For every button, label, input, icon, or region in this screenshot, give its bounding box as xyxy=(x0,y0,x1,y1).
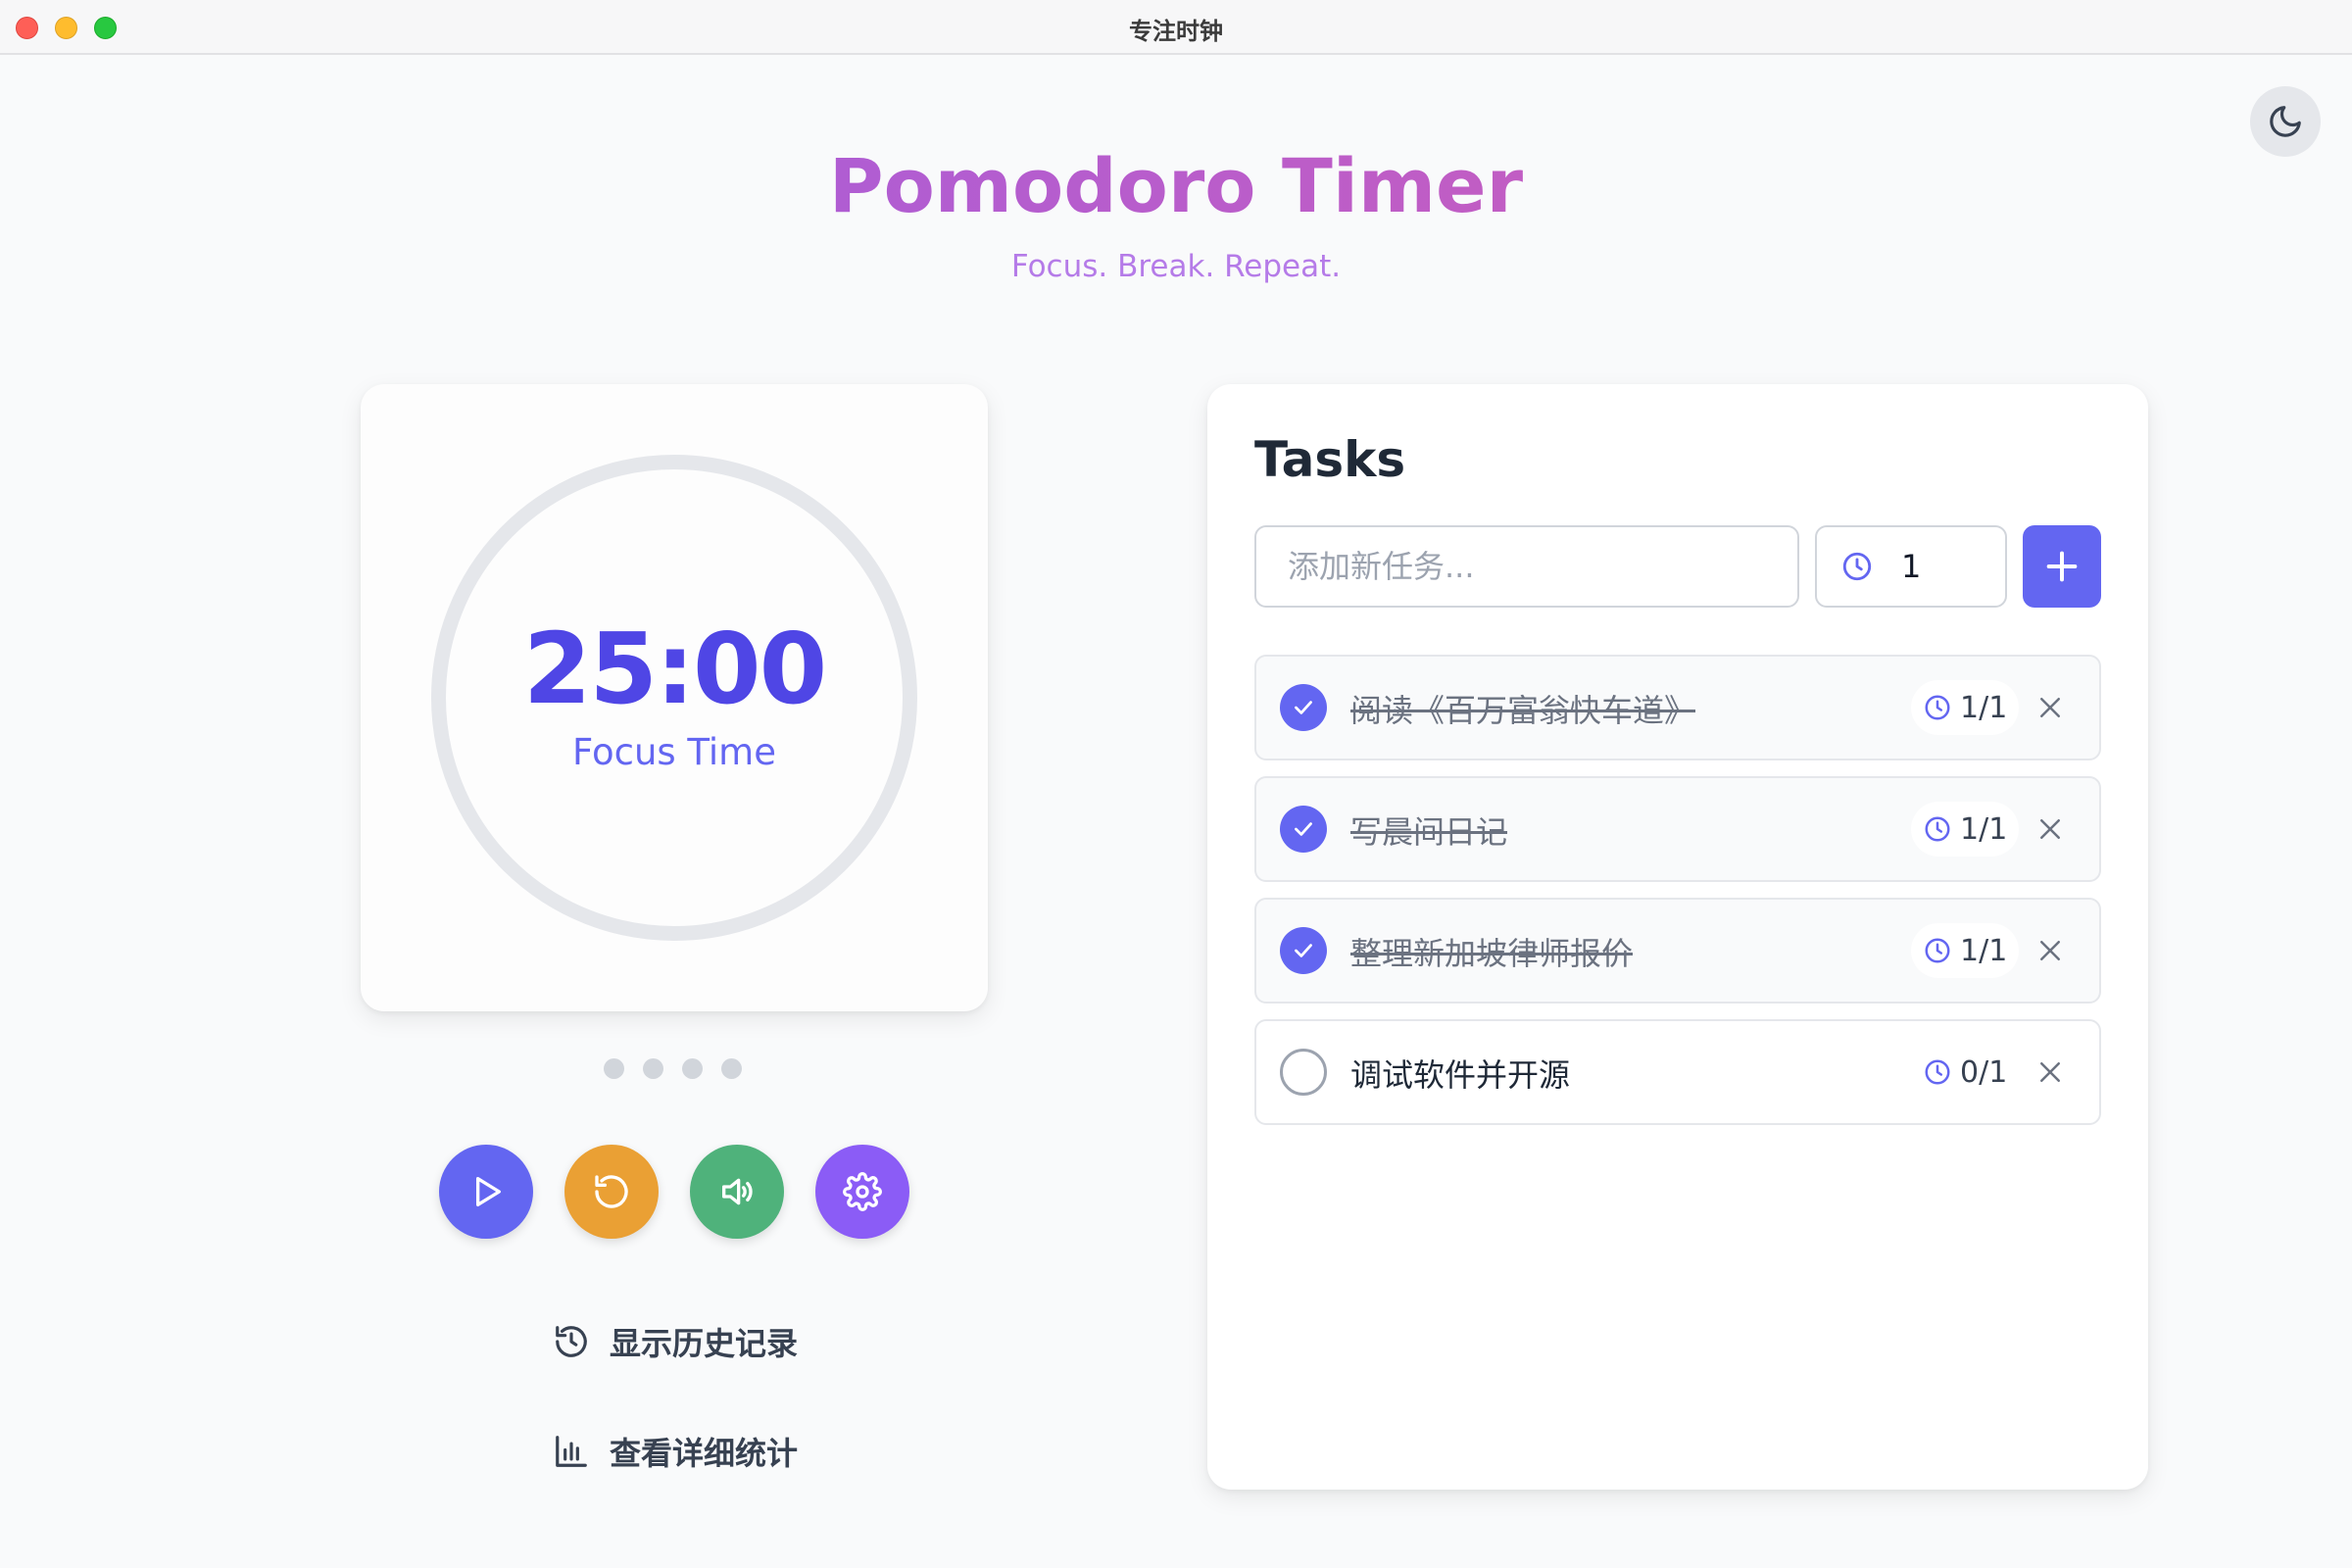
task-progress-text: 1/1 xyxy=(1960,933,2008,968)
timer-card: 25:00 Focus Time xyxy=(361,384,988,1011)
timer-controls xyxy=(439,1145,909,1239)
clock-icon xyxy=(1925,1059,1950,1085)
delete-task-button[interactable] xyxy=(2029,929,2072,972)
session-dot xyxy=(643,1058,663,1079)
task-text: 调试软件并开源 xyxy=(1350,1056,1571,1094)
show-history-label: 显示历史记录 xyxy=(610,1325,799,1362)
delete-task-button[interactable] xyxy=(2029,1051,2072,1094)
pomodoro-count-input[interactable]: 1 xyxy=(1815,525,2007,608)
session-dot xyxy=(604,1058,624,1079)
bar-chart-icon xyxy=(556,1436,587,1467)
task-pomodoro-progress: 1/1 xyxy=(1911,680,2020,735)
new-task-input[interactable] xyxy=(1254,525,1799,608)
sound-button[interactable] xyxy=(690,1145,784,1239)
clock-icon xyxy=(1925,816,1950,842)
task-complete-checkbox[interactable] xyxy=(1280,927,1327,974)
app-subtitle: Focus. Break. Repeat. xyxy=(1010,249,1342,284)
task-text: 阅读《百万富翁快车道》 xyxy=(1350,692,1696,729)
close-icon xyxy=(2040,1062,2060,1082)
task-text: 整理新加坡律师报价 xyxy=(1350,935,1634,972)
reset-button[interactable] xyxy=(564,1145,659,1239)
close-icon xyxy=(2040,819,2060,839)
close-icon xyxy=(2040,698,2060,717)
task-pomodoro-progress: 0/1 xyxy=(1911,1045,2019,1100)
show-history-link[interactable]: 显示历史记录 xyxy=(553,1319,798,1364)
task-complete-checkbox[interactable] xyxy=(1280,684,1327,731)
task-item: 整理新加坡律师报价 1/1 xyxy=(1254,898,2101,1004)
clock-icon xyxy=(1925,695,1950,720)
task-item: 写晨间日记 1/1 xyxy=(1254,776,2101,882)
session-dot xyxy=(682,1058,703,1079)
task-progress-text: 0/1 xyxy=(1960,1054,2008,1090)
clock-icon xyxy=(1842,552,1872,581)
title-bar: 专注时钟 xyxy=(0,0,2352,55)
delete-task-button[interactable] xyxy=(2029,808,2072,851)
view-stats-label: 查看详细统计 xyxy=(610,1435,799,1472)
task-item: 阅读《百万富翁快车道》 1/1 xyxy=(1254,655,2101,760)
timer-display: 25:00 xyxy=(522,612,827,726)
task-pomodoro-progress: 1/1 xyxy=(1911,923,2020,978)
check-icon xyxy=(1295,944,1312,957)
window-title: 专注时钟 xyxy=(1129,18,1223,45)
clock-icon xyxy=(1925,938,1950,963)
pomodoro-count-value: 1 xyxy=(1901,548,1922,585)
plus-icon xyxy=(2046,551,2078,582)
task-progress-text: 1/1 xyxy=(1960,690,2008,725)
session-dot xyxy=(721,1058,742,1079)
app-title: Pomodoro Timer xyxy=(0,145,2352,227)
task-complete-checkbox[interactable] xyxy=(1280,806,1327,853)
task-list: 阅读《百万富翁快车道》 1/1 写晨间日记 1/1 整理新加坡律师报价 1/1 … xyxy=(1254,655,2101,1141)
view-stats-link[interactable]: 查看详细统计 xyxy=(553,1429,798,1474)
reset-icon xyxy=(595,1175,628,1208)
play-icon xyxy=(476,1177,501,1206)
tasks-panel: Tasks 1 阅读《百万富翁快车道》 xyxy=(1207,384,2148,1490)
volume-icon xyxy=(722,1178,753,1205)
moon-icon xyxy=(2270,106,2301,137)
check-icon xyxy=(1295,822,1312,836)
task-progress-text: 1/1 xyxy=(1960,811,2008,847)
task-complete-checkbox[interactable] xyxy=(1280,1049,1327,1096)
delete-task-button[interactable] xyxy=(2029,686,2072,729)
check-icon xyxy=(1295,701,1312,714)
gear-icon xyxy=(843,1172,882,1211)
close-icon xyxy=(2040,941,2060,960)
history-icon xyxy=(556,1326,587,1357)
task-text: 写晨间日记 xyxy=(1350,813,1508,851)
tasks-title: Tasks xyxy=(1254,431,1406,488)
task-item: 调试软件并开源 0/1 xyxy=(1254,1019,2101,1125)
settings-button[interactable] xyxy=(815,1145,909,1239)
timer-mode-label: Focus Time xyxy=(572,731,776,773)
play-button[interactable] xyxy=(439,1145,533,1239)
task-pomodoro-progress: 1/1 xyxy=(1911,802,2020,857)
session-indicator xyxy=(604,1058,742,1079)
add-task-button[interactable] xyxy=(2023,525,2101,608)
